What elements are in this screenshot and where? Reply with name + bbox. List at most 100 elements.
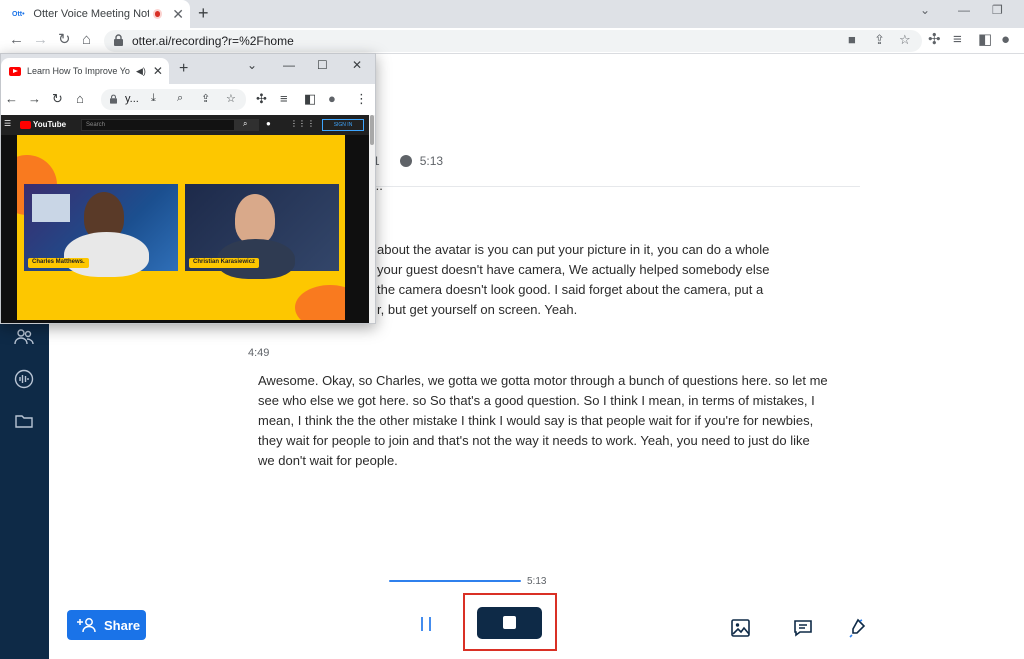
maximize-icon[interactable]: ☐ bbox=[317, 58, 328, 72]
minimize-icon[interactable]: — bbox=[958, 3, 970, 17]
popup-url: y... bbox=[125, 93, 139, 105]
lock-icon bbox=[110, 94, 117, 104]
side-panel-icon[interactable]: ◧ bbox=[304, 91, 316, 107]
participant-video-1: Charles Matthews. bbox=[24, 184, 178, 277]
media-control-icon[interactable]: ≡ bbox=[953, 31, 962, 49]
youtube-page: ☰ YouTube Search ⌕ ● ⋮⋮ ⋮ SIGN IN Charle… bbox=[1, 115, 375, 323]
popup-tabstrip: Learn How To Improve Yo ◀) ✕ + ⌄ — ☐ ✕ bbox=[1, 54, 375, 84]
reload-icon[interactable]: ↻ bbox=[58, 31, 71, 49]
transcript-line: about the avatar is you can put your pic… bbox=[377, 242, 770, 257]
audio-playing-icon[interactable]: ◀) bbox=[136, 66, 146, 77]
recording-duration: 5:13 bbox=[419, 154, 444, 168]
camera-in-use-icon[interactable]: ■ bbox=[848, 32, 856, 47]
search-icon: ⌕ bbox=[243, 119, 248, 128]
menu-icon[interactable]: ⋮ bbox=[355, 91, 368, 107]
recording-indicator-icon bbox=[152, 9, 163, 19]
participant-figure bbox=[235, 194, 275, 244]
stop-recording-button[interactable] bbox=[477, 607, 542, 639]
new-tab-button[interactable]: + bbox=[198, 3, 209, 24]
pause-button[interactable] bbox=[414, 612, 438, 636]
address-bar[interactable]: otter.ai/recording?r=%2Fhome ■ ⇪ ☆ bbox=[104, 30, 922, 52]
youtube-logo[interactable]: YouTube bbox=[20, 120, 66, 129]
youtube-logo-text: YouTube bbox=[33, 120, 67, 129]
install-icon[interactable]: ⤓ bbox=[151, 92, 156, 105]
back-icon[interactable]: ← bbox=[9, 31, 24, 49]
bookmark-star-icon[interactable]: ☆ bbox=[226, 92, 236, 105]
media-control-icon[interactable]: ≡ bbox=[280, 91, 288, 107]
popup-tab-youtube[interactable]: Learn How To Improve Yo ◀) ✕ bbox=[1, 58, 169, 84]
close-tab-icon[interactable]: ✕ bbox=[172, 6, 184, 23]
people-icon[interactable] bbox=[14, 327, 34, 347]
home-icon[interactable]: ⌂ bbox=[82, 31, 91, 49]
folder-icon[interactable] bbox=[14, 411, 34, 431]
close-tab-icon[interactable]: ✕ bbox=[153, 64, 163, 78]
recording-progress-bar[interactable] bbox=[389, 580, 521, 582]
audio-wave-icon[interactable] bbox=[14, 369, 34, 389]
otter-favicon-icon: Ott• bbox=[12, 10, 25, 18]
scrollbar-thumb[interactable] bbox=[370, 115, 374, 145]
apps-grid-icon[interactable]: ⋮⋮ bbox=[290, 119, 306, 128]
lock-icon bbox=[114, 34, 123, 46]
divider bbox=[372, 186, 860, 187]
extensions-icon[interactable]: ✣ bbox=[928, 31, 941, 49]
forward-icon[interactable]: → bbox=[28, 91, 41, 107]
comment-icon[interactable] bbox=[792, 617, 814, 639]
profile-avatar-icon[interactable]: ● bbox=[1001, 31, 1010, 49]
reload-icon[interactable]: ↻ bbox=[52, 91, 63, 107]
background-poster bbox=[32, 194, 70, 222]
transcript-paragraph-1[interactable]: about the avatar is you can put your pic… bbox=[377, 240, 817, 320]
video-player[interactable]: Charles Matthews. Christian Karasiewicz bbox=[17, 135, 345, 320]
image-icon[interactable] bbox=[730, 617, 752, 639]
share-page-icon[interactable]: ⇪ bbox=[201, 92, 210, 105]
youtube-search-input[interactable]: Search bbox=[81, 119, 235, 131]
side-panel-icon[interactable]: ◧ bbox=[978, 31, 992, 49]
bookmark-star-icon[interactable]: ☆ bbox=[899, 32, 911, 48]
zoom-icon[interactable]: ⌕ bbox=[177, 92, 183, 105]
extensions-icon[interactable]: ✣ bbox=[256, 91, 267, 107]
transcript-line: the camera doesn't look good. I said for… bbox=[377, 282, 764, 297]
profile-avatar-icon[interactable]: ● bbox=[328, 91, 336, 107]
youtube-signin-button[interactable]: SIGN IN bbox=[322, 119, 364, 131]
popup-address-bar[interactable]: y... ⤓ ⌕ ⇪ ☆ bbox=[101, 89, 246, 110]
paragraph-timestamp[interactable]: 4:49 bbox=[248, 347, 269, 359]
transcript-line: your guest doesn't have camera, We actua… bbox=[377, 262, 770, 277]
back-icon[interactable]: ← bbox=[5, 91, 18, 107]
youtube-header: ☰ YouTube Search ⌕ ● ⋮⋮ ⋮ SIGN IN bbox=[1, 115, 375, 135]
restore-icon[interactable]: ❐ bbox=[992, 3, 1003, 17]
microphone-icon[interactable]: ● bbox=[266, 119, 271, 128]
tab-search-icon[interactable]: ⌄ bbox=[920, 3, 930, 17]
stop-icon bbox=[503, 616, 516, 629]
youtube-favicon-icon bbox=[9, 66, 21, 76]
transcript-line: r, but get yourself on screen. Yeah. bbox=[377, 302, 578, 317]
home-icon[interactable]: ⌂ bbox=[76, 91, 84, 107]
browser-tabstrip: Ott• Otter Voice Meeting Notes - ✕ + ⌄ —… bbox=[0, 0, 1024, 28]
minimize-icon[interactable]: — bbox=[283, 58, 295, 72]
browser-toolbar: ← → ↻ ⌂ otter.ai/recording?r=%2Fhome ■ ⇪… bbox=[0, 28, 1024, 54]
highlighter-icon[interactable] bbox=[846, 617, 868, 639]
clock-icon bbox=[399, 155, 412, 167]
youtube-search-button[interactable]: ⌕ bbox=[235, 119, 259, 131]
share-label: Share bbox=[104, 617, 141, 633]
progress-time: 5:13 bbox=[527, 576, 547, 587]
participant-figure bbox=[64, 232, 149, 277]
popup-browser-window[interactable]: Learn How To Improve Yo ◀) ✕ + ⌄ — ☐ ✕ ←… bbox=[0, 53, 376, 324]
stop-button-highlight bbox=[463, 593, 557, 651]
new-tab-button[interactable]: + bbox=[179, 60, 188, 78]
tab-title: Otter Voice Meeting Notes - bbox=[33, 8, 148, 20]
add-person-icon bbox=[77, 618, 96, 633]
more-options-icon[interactable]: ⋮ bbox=[307, 119, 315, 128]
participant-video-2: Christian Karasiewicz bbox=[185, 184, 339, 279]
recording-meta: 1 5:13 bbox=[373, 154, 443, 168]
popup-tab-title: Learn How To Improve Yo bbox=[27, 66, 130, 76]
close-window-icon[interactable]: ✕ bbox=[352, 58, 362, 72]
popup-scrollbar[interactable] bbox=[369, 115, 375, 323]
forward-icon[interactable]: → bbox=[33, 31, 48, 49]
tab-search-icon[interactable]: ⌄ bbox=[247, 58, 257, 72]
share-button[interactable]: Share bbox=[67, 610, 146, 640]
share-page-icon[interactable]: ⇪ bbox=[874, 32, 885, 48]
browser-tab-otter[interactable]: Ott• Otter Voice Meeting Notes - ✕ bbox=[0, 0, 190, 28]
hamburger-menu-icon[interactable]: ☰ bbox=[4, 119, 11, 128]
address-url: otter.ai/recording?r=%2Fhome bbox=[132, 34, 294, 48]
transcript-paragraph-2[interactable]: Awesome. Okay, so Charles, we gotta we g… bbox=[258, 371, 828, 471]
participant-name: Charles Matthews. bbox=[28, 258, 89, 268]
